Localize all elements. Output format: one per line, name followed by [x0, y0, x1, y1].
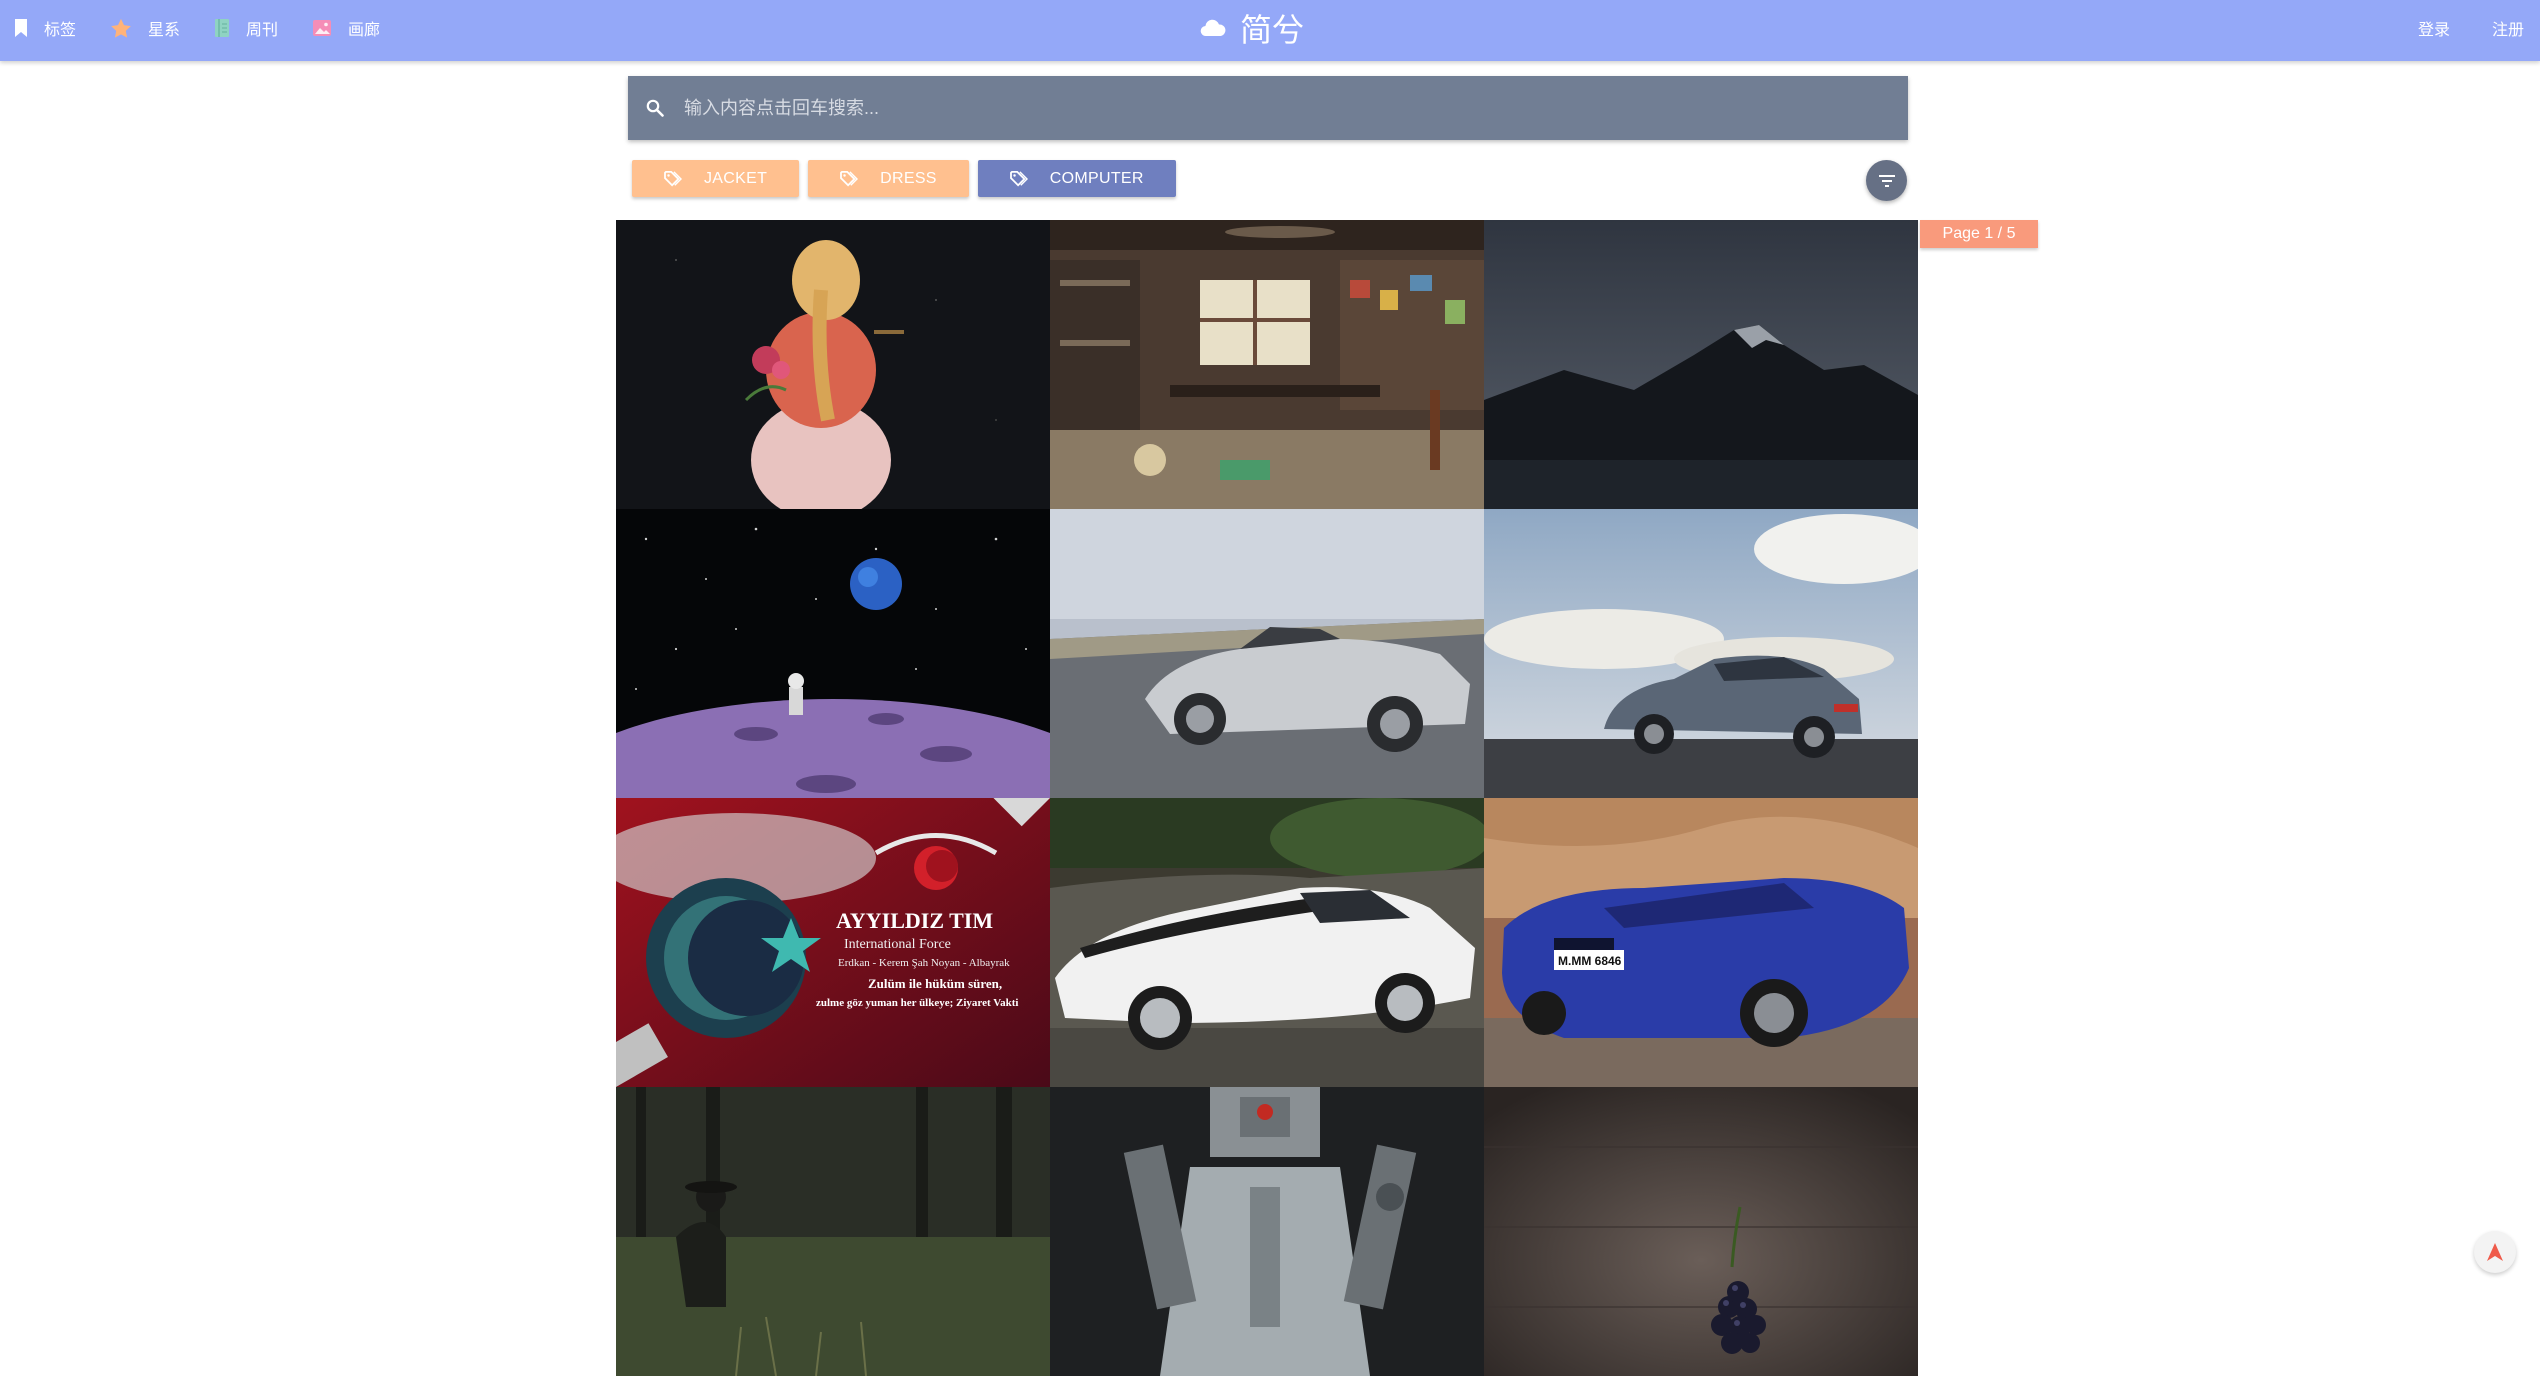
page-indicator: Page 1 / 5	[1920, 220, 2038, 248]
bookmark-icon	[15, 19, 27, 37]
license-plate-text: M.MM 6846	[1558, 954, 1622, 968]
nav-left: 标签 星系 周刊 画廊	[14, 0, 414, 56]
wallpaper-tile-robot[interactable]	[1050, 1087, 1484, 1376]
wallpaper-image	[1050, 220, 1484, 509]
wallpaper-grid: AYYILDIZ TIM International Force Erdkan …	[616, 220, 1918, 1376]
nav-item-galaxy[interactable]: 星系	[110, 16, 180, 40]
back-to-top-button[interactable]	[2474, 1231, 2516, 1273]
tag-icon	[840, 170, 859, 186]
wallpaper-tile-mountains[interactable]	[1484, 220, 1918, 509]
brand-logo[interactable]: 简兮	[1200, 0, 1304, 56]
wallpaper-tile-room[interactable]	[1050, 220, 1484, 509]
wallpaper-tile-astronaut[interactable]	[616, 509, 1050, 798]
nav-item-label: 星系	[148, 22, 181, 39]
nav-item-tags[interactable]: 标签	[14, 16, 76, 40]
wallpaper-image	[1484, 509, 1918, 798]
search-input[interactable]	[684, 76, 1908, 140]
banner-quote-line-2: zulme göz yuman her ülkeye; Ziyaret Vakt…	[816, 997, 1018, 1009]
tag-icon	[1009, 170, 1028, 186]
wallpaper-image	[1050, 1087, 1484, 1376]
search-icon	[646, 99, 664, 117]
wallpaper-image	[1484, 1087, 1918, 1376]
magazine-icon	[215, 19, 230, 37]
banner-names: Erdkan - Kerem Şah Noyan - Albayrak	[838, 957, 1010, 969]
tag-icon	[664, 170, 682, 186]
tag-chips: JACKET DRESS COMPUTER	[632, 160, 1185, 197]
wallpaper-image	[1050, 798, 1484, 1087]
search-bar	[628, 76, 1908, 140]
wallpaper-tile-forest-hunter[interactable]	[616, 1087, 1050, 1376]
nav-item-label: 标签	[44, 22, 77, 39]
wallpaper-image	[1484, 220, 1918, 509]
banner-quote-line-1: Zulüm ile hüküm süren,	[868, 976, 1002, 991]
filter-button[interactable]	[1866, 160, 1907, 201]
register-link[interactable]: 注册	[2492, 16, 2524, 40]
tag-chip-label: DRESS	[880, 169, 937, 187]
wallpaper-image: M.MM 6846	[1484, 798, 1918, 1087]
image-icon	[313, 20, 332, 36]
tag-chip-label: JACKET	[704, 169, 768, 187]
login-link[interactable]: 登录	[2418, 16, 2450, 40]
nav-item-gallery[interactable]: 画廊	[312, 16, 380, 40]
tag-chip-computer[interactable]: COMPUTER	[977, 160, 1176, 197]
top-navbar: 标签 星系 周刊 画廊 简兮 登录 注册	[0, 0, 2540, 61]
wallpaper-image: AYYILDIZ TIM International Force Erdkan …	[616, 798, 1050, 1087]
wallpaper-tile-mini-convertible[interactable]	[1050, 509, 1484, 798]
nav-item-label: 画廊	[348, 22, 381, 39]
wallpaper-tile-anime-girl[interactable]	[616, 220, 1050, 509]
wallpaper-tile-ayyildiz-banner[interactable]: AYYILDIZ TIM International Force Erdkan …	[616, 798, 1050, 1087]
cloud-icon	[1200, 19, 1226, 37]
tag-chip-dress[interactable]: DRESS	[808, 160, 969, 197]
wallpaper-image	[616, 1087, 1050, 1376]
wallpaper-tile-blackberries[interactable]	[1484, 1087, 1918, 1376]
wallpaper-tile-mazda-wagon[interactable]	[1484, 509, 1918, 798]
nav-right: 登录 注册	[2376, 0, 2524, 56]
wallpaper-image	[616, 509, 1050, 798]
nav-item-label: 周刊	[246, 22, 279, 39]
filter-icon	[1878, 174, 1895, 187]
arrow-up-icon	[2487, 1243, 2503, 1261]
tag-chip-jacket[interactable]: JACKET	[632, 160, 800, 197]
wallpaper-image	[616, 220, 1050, 509]
nav-item-weekly[interactable]: 周刊	[214, 16, 278, 40]
banner-title: AYYILDIZ TIM	[836, 908, 993, 933]
banner-subtitle: International Force	[844, 937, 951, 952]
wallpaper-image	[1050, 509, 1484, 798]
star-icon	[111, 18, 131, 38]
wallpaper-tile-bmw-convertible[interactable]: M.MM 6846	[1484, 798, 1918, 1087]
wallpaper-tile-camaro[interactable]	[1050, 798, 1484, 1087]
brand-name: 简兮	[1240, 12, 1305, 48]
tag-chip-label: COMPUTER	[1049, 169, 1144, 187]
